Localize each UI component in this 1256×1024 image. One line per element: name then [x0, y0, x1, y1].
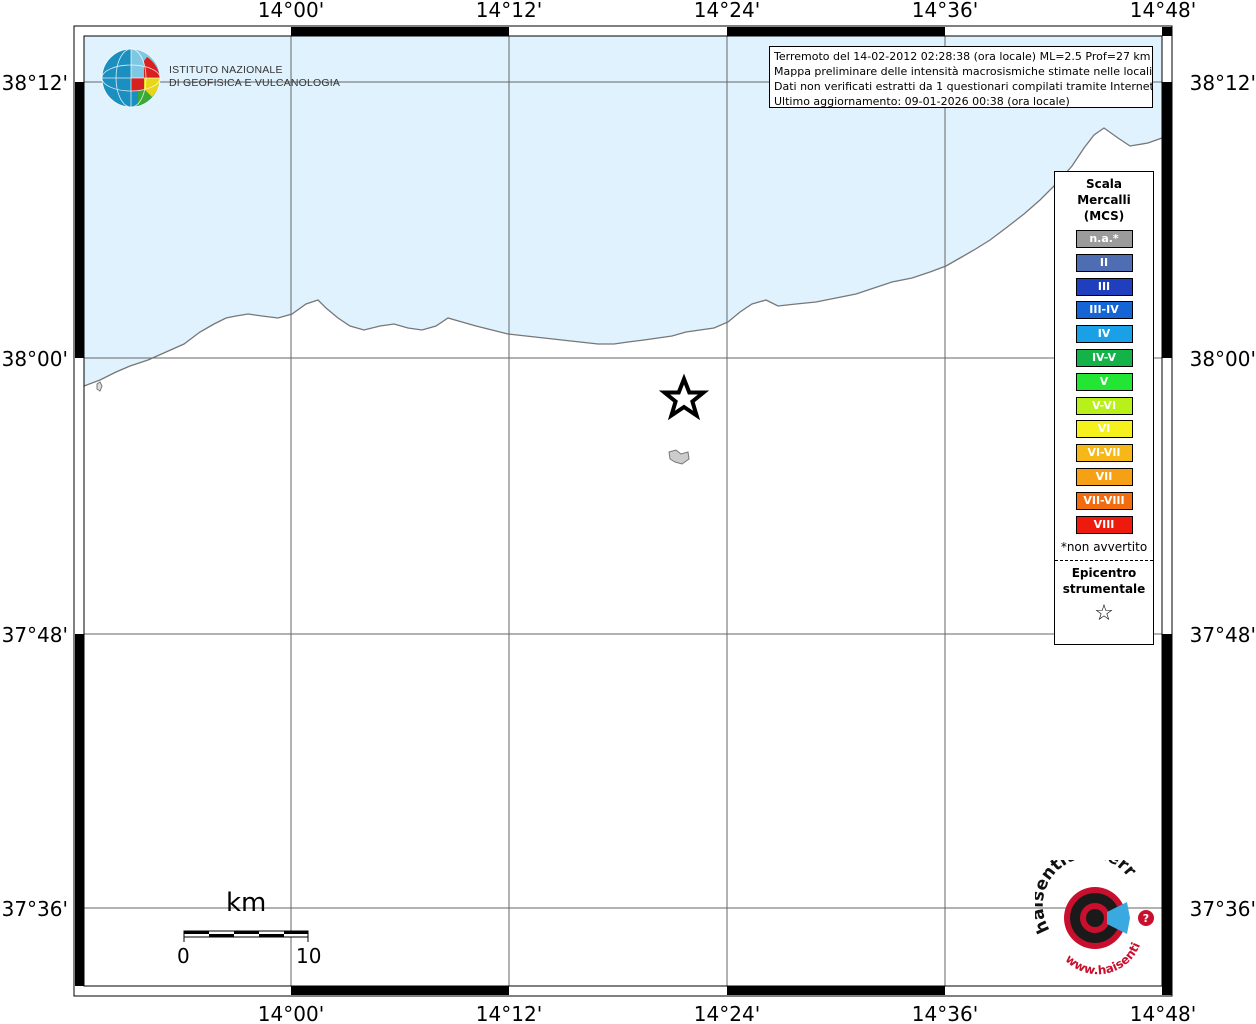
lat-label-right: 37°36' — [1190, 897, 1256, 921]
legend-epicenter-line: strumentale — [1062, 581, 1146, 596]
event-info-line: Ultimo aggiornamento: 09-01-2026 00:38 (… — [774, 95, 1070, 108]
lon-label-bottom: 14°00' — [258, 1002, 324, 1024]
lon-label-top: 14°12' — [476, 0, 542, 22]
legend-item: V — [1075, 372, 1133, 391]
event-info-line: Dati non verificati estratti da 1 questi… — [774, 80, 1153, 93]
legend-title-line: (MCS) — [1083, 209, 1125, 223]
mcs-legend: Scala Mercalli (MCS) n.a.* II III III-IV IV I… — [1054, 171, 1154, 645]
lon-label-bottom: 14°12' — [476, 1002, 542, 1024]
lon-label-bottom: 14°36' — [912, 1002, 978, 1024]
ingv-name-line2: DI GEOFISICA E VULCANOLOGIA — [169, 77, 341, 89]
question-icon: ? — [1143, 912, 1149, 925]
globe-icon — [101, 48, 161, 108]
lat-label-right: 38°00' — [1190, 347, 1256, 371]
legend-title-line: Mercalli — [1077, 193, 1131, 207]
legend-item: III-IV — [1075, 301, 1133, 320]
legend-item: VIII — [1075, 515, 1133, 534]
legend-item: VII-VIII — [1075, 491, 1133, 510]
lon-label-top: 14°00' — [258, 0, 324, 22]
legend-title: Scala Mercalli (MCS) — [1055, 176, 1153, 224]
lat-label-left: 37°36' — [2, 897, 68, 921]
lon-label-top: 14°48' — [1130, 0, 1196, 22]
legend-star-icon: ☆ — [1094, 600, 1114, 626]
lat-label-left: 38°12' — [2, 71, 68, 95]
legend-item: IV-V — [1075, 348, 1133, 367]
legend-item: VII — [1075, 467, 1133, 486]
lon-label-top: 14°24' — [694, 0, 760, 22]
legend-item: II — [1075, 253, 1133, 272]
legend-item: VI — [1075, 420, 1133, 439]
legend-item: n.a.* — [1075, 230, 1133, 248]
ingv-logo: ISTITUTO NAZIONALE DI GEOFISICA E VULCAN… — [100, 47, 340, 109]
haisentito-logo: haisentitoilterremoto.it www.haisentitoi… — [1026, 843, 1165, 977]
scale-ten-label: 10 — [296, 944, 322, 968]
legend-item: III — [1075, 277, 1133, 296]
haisentito-logo-graphic: haisentitoilterremoto.it www.haisentitoi… — [1026, 843, 1154, 977]
legend-epicenter-label: Epicentro strumentale — [1055, 565, 1153, 597]
legend-title-line: Scala — [1085, 177, 1123, 191]
scale-zero-label: 0 — [177, 944, 190, 968]
lat-label-left: 37°48' — [2, 623, 68, 647]
legend-note: *non avvertito — [1060, 539, 1148, 554]
lon-label-bottom: 14°24' — [694, 1002, 760, 1024]
legend-item: IV — [1075, 325, 1133, 344]
legend-item: VI-VII — [1075, 444, 1133, 463]
ingv-name-line1: ISTITUTO NAZIONALE — [169, 64, 283, 76]
lat-label-left: 38°00' — [2, 347, 68, 371]
event-info-line: Mappa preliminare delle intensità macros… — [774, 65, 1153, 78]
legend-items: n.a.* II III III-IV IV IV-V V V-VI VI VI-VII VII VI… — [1055, 230, 1153, 534]
scale-unit: km — [226, 888, 267, 918]
legend-item: V-VI — [1075, 396, 1133, 415]
legend-epicenter-line: Epicentro — [1071, 565, 1137, 580]
event-info-line: Terremoto del 14-02-2012 02:28:38 (ora l… — [774, 50, 1151, 63]
lat-label-right: 38°12' — [1190, 71, 1256, 95]
ingv-name: ISTITUTO NAZIONALE DI GEOFISICA E VULCAN… — [169, 64, 340, 90]
lon-label-top: 14°36' — [912, 0, 978, 22]
event-info-box: Terremoto del 14-02-2012 02:28:38 (ora l… — [769, 46, 1153, 108]
lat-label-right: 37°48' — [1190, 623, 1256, 647]
legend-divider — [1055, 559, 1153, 561]
lon-label-bottom: 14°48' — [1130, 1002, 1196, 1024]
